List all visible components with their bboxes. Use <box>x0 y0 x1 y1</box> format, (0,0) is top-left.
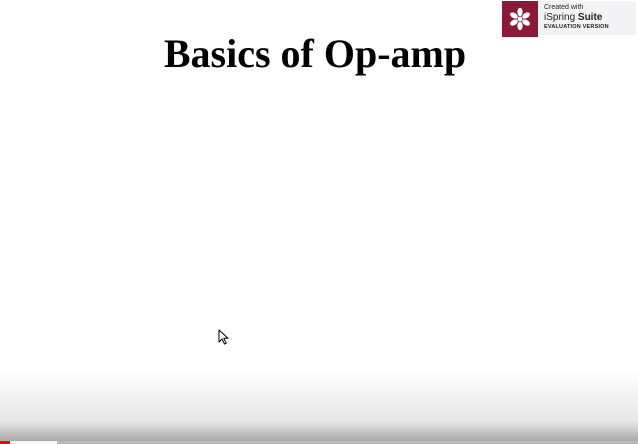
watermark-evaluation: EVALUATION VERSION <box>544 24 609 30</box>
ispring-flower-icon <box>502 1 538 37</box>
video-frame[interactable]: Basics of Op-amp Created with iSpring Su… <box>0 0 638 444</box>
ispring-watermark: Created with iSpring Suite EVALUATION VE… <box>502 1 636 37</box>
watermark-created-with: Created with <box>544 4 584 11</box>
mouse-pointer-icon <box>218 329 230 345</box>
watermark-brand-second: Suite <box>577 12 603 23</box>
player-controls-shade <box>0 369 638 444</box>
watermark-brand-first: iSpring <box>544 12 578 23</box>
watermark-brand: iSpring Suite <box>544 13 609 23</box>
watermark-text: Created with iSpring Suite EVALUATION VE… <box>544 4 609 31</box>
